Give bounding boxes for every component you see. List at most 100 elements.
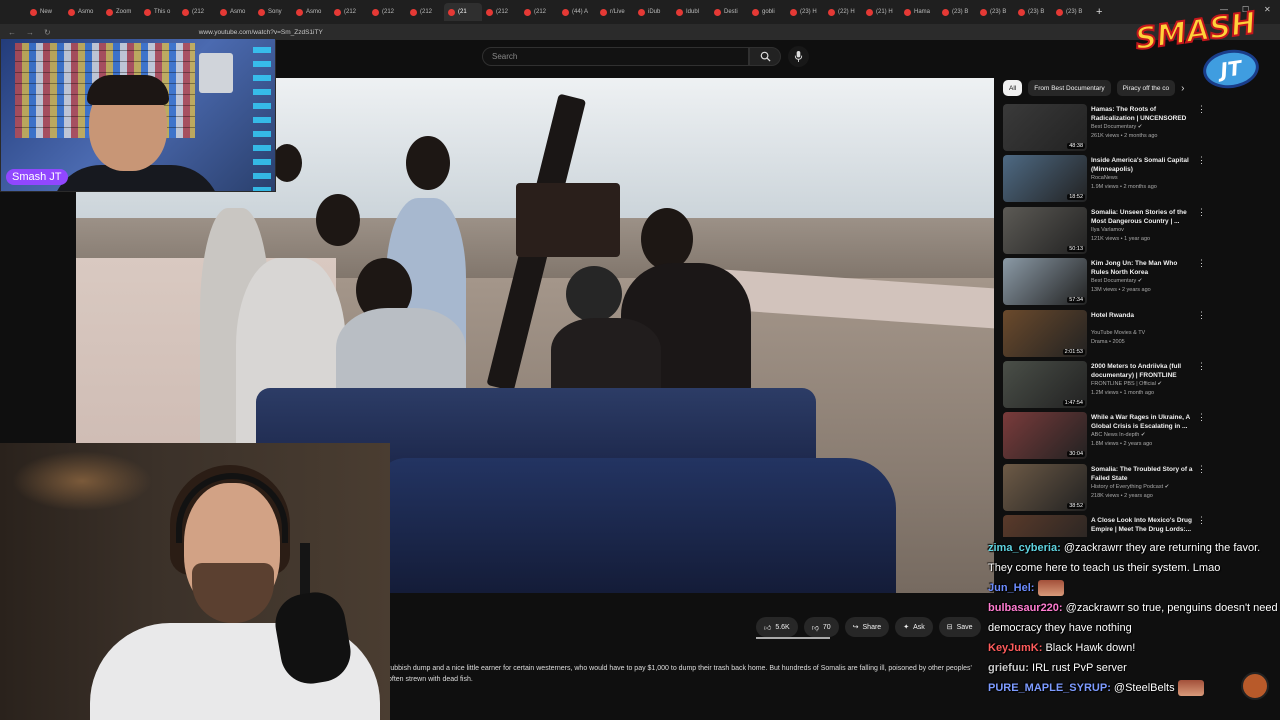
more-options-icon[interactable]: ⋮	[1197, 361, 1206, 372]
video-figure-head	[316, 194, 360, 246]
video-thumbnail[interactable]: 18:52	[1003, 155, 1087, 203]
ask-button[interactable]: ✦ Ask	[895, 617, 933, 637]
browser-tab[interactable]: (212	[330, 3, 368, 21]
channel-name[interactable]: FRONTLINE PBS | Official ✔	[1091, 381, 1162, 387]
video-thumbnail[interactable]: 38:52	[1003, 463, 1087, 511]
video-title[interactable]: Inside America's Somali Capital (Minneap…	[1091, 156, 1196, 174]
browser-tab[interactable]: (21) H	[862, 3, 900, 21]
video-title[interactable]: Kim Jong Un: The Man Who Rules North Kor…	[1091, 259, 1196, 277]
video-title[interactable]: Hamas: The Roots of Radicalization | UNC…	[1091, 105, 1196, 123]
browser-tab[interactable]: (21	[444, 3, 482, 21]
more-options-icon[interactable]: ⋮	[1197, 515, 1206, 526]
recommended-video[interactable]: 50:13 Somalia: Unseen Stories of the Most…	[1003, 206, 1208, 254]
close-window-icon[interactable]: ✕	[1264, 5, 1271, 14]
channel-name[interactable]: Ilya Varlamov	[1091, 227, 1124, 233]
more-options-icon[interactable]: ⋮	[1197, 207, 1206, 218]
video-title[interactable]: Hotel Rwanda	[1091, 311, 1196, 320]
browser-tab[interactable]: gobli	[748, 3, 786, 21]
video-thumbnail[interactable]: 1:47:54	[1003, 361, 1087, 408]
browser-tab[interactable]: (44) A	[558, 3, 596, 21]
share-button[interactable]: ↪ Share	[844, 617, 890, 637]
video-duration: 2:01:53	[1062, 348, 1085, 355]
tab-label: gobli	[762, 9, 775, 15]
recommended-video[interactable]: 1:47:54 2000 Meters to Andriivka (full do…	[1003, 361, 1208, 408]
channel-name[interactable]: History of Everything Podcast ✔	[1091, 484, 1169, 490]
back-icon[interactable]: ←	[8, 28, 16, 37]
filter-chip[interactable]: All	[1003, 80, 1023, 96]
channel-name[interactable]: Best Documentary ✔	[1091, 278, 1142, 284]
browser-tab[interactable]: (23) B	[1014, 3, 1052, 21]
save-button[interactable]: ⊟ Save	[938, 617, 981, 637]
url-field[interactable]: www.youtube.com/watch?v=Sm_ZzdS1iTY	[199, 29, 323, 36]
channel-name[interactable]: ABC News In-depth ✔	[1091, 432, 1145, 438]
tab-favicon-icon	[106, 8, 113, 16]
filter-chip[interactable]: From Best Documentary	[1028, 80, 1111, 96]
browser-tab[interactable]: Desti	[710, 3, 748, 21]
browser-tab[interactable]: r/Live	[596, 3, 634, 21]
video-thumbnail[interactable]: 50:13	[1003, 206, 1087, 254]
browser-tab[interactable]: Zoom	[102, 3, 140, 21]
video-thumbnail[interactable]: 2:01:53	[1003, 309, 1087, 357]
video-title[interactable]: Somalia: Unseen Stories of the Most Dang…	[1091, 208, 1196, 226]
recommended-video[interactable]: 48:38 Hamas: The Roots of Radicalization …	[1003, 104, 1208, 151]
video-description[interactable]: rubbish dump and a nice little earner fo…	[388, 663, 988, 685]
recommended-video[interactable]: 18:52 Inside America's Somali Capital (Mi…	[1003, 155, 1208, 203]
forward-icon[interactable]: →	[26, 28, 34, 37]
browser-tab[interactable]: (22) H	[824, 3, 862, 21]
channel-name[interactable]: RocaNews	[1091, 175, 1118, 181]
like-button[interactable]: 👍︎ 5.6K	[756, 617, 798, 637]
more-options-icon[interactable]: ⋮	[1197, 104, 1206, 115]
more-options-icon[interactable]: ⋮	[1197, 464, 1206, 475]
video-title[interactable]: Somalia: The Troubled Story of a Failed …	[1091, 465, 1196, 483]
browser-tab[interactable]: (212	[482, 3, 520, 21]
browser-tab[interactable]: Idubl	[672, 3, 710, 21]
dislike-button[interactable]: 👎︎ 70	[803, 617, 839, 637]
browser-tab[interactable]: (23) H	[786, 3, 824, 21]
video-meta: Drama • 2005	[1091, 338, 1125, 345]
voice-search-button[interactable]	[788, 46, 809, 67]
video-title[interactable]: 2000 Meters to Andriivka (full documenta…	[1091, 362, 1196, 380]
recommended-video[interactable]: 30:04 While a War Rages in Ukraine, A Glo…	[1003, 412, 1208, 460]
browser-tab[interactable]: (23) B	[938, 3, 976, 21]
more-options-icon[interactable]: ⋮	[1197, 412, 1206, 423]
browser-tab[interactable]: Hama	[900, 3, 938, 21]
browser-tab[interactable]: (23) B	[1052, 3, 1090, 21]
video-thumbnail[interactable]: 30:04	[1003, 412, 1087, 460]
new-tab-button[interactable]: +	[1096, 6, 1102, 18]
channel-name[interactable]: YouTube Movies & TV	[1091, 330, 1145, 336]
browser-tab[interactable]: Asmo	[292, 3, 330, 21]
chat-username[interactable]: KeyJumK:	[988, 642, 1042, 654]
browser-tab[interactable]: (23) B	[976, 3, 1014, 21]
search-input[interactable]: Search	[482, 47, 749, 66]
video-thumbnail[interactable]: 57:34	[1003, 258, 1087, 306]
recommended-video[interactable]: A Close Look Into Mexico's Drug Empire |…	[1003, 515, 1208, 538]
video-thumbnail[interactable]: 48:38	[1003, 104, 1087, 151]
browser-tab[interactable]: New	[26, 3, 64, 21]
channel-name[interactable]: Best Documentary ✔	[1091, 124, 1142, 130]
browser-tab[interactable]: iDub	[634, 3, 672, 21]
browser-tab[interactable]: Sony	[254, 3, 292, 21]
browser-tab[interactable]: (212	[520, 3, 558, 21]
chat-username[interactable]: griefuu:	[988, 662, 1029, 674]
video-title[interactable]: While a War Rages in Ukraine, A Global C…	[1091, 413, 1196, 431]
more-options-icon[interactable]: ⋮	[1197, 155, 1206, 166]
recommended-video[interactable]: 2:01:53 Hotel Rwanda YouTube Movies & TV Dr…	[1003, 309, 1208, 357]
more-options-icon[interactable]: ⋮	[1197, 310, 1206, 321]
chat-username[interactable]: zima_cyberia:	[988, 542, 1061, 554]
reload-icon[interactable]: ↻	[44, 28, 51, 37]
browser-tab[interactable]: Asmo	[216, 3, 254, 21]
video-title[interactable]: A Close Look Into Mexico's Drug Empire |…	[1091, 516, 1196, 534]
recommended-video[interactable]: 57:34 Kim Jong Un: The Man Who Rules Nort…	[1003, 258, 1208, 306]
search-button[interactable]	[749, 47, 781, 66]
browser-tab[interactable]: (212	[406, 3, 444, 21]
recommended-video[interactable]: 38:52 Somalia: The Troubled Story of a Fa…	[1003, 463, 1208, 511]
chat-username[interactable]: bulbasaur220:	[988, 602, 1063, 614]
chat-username[interactable]: Jun_Hel:	[988, 582, 1034, 594]
browser-tab[interactable]: (212	[178, 3, 216, 21]
more-options-icon[interactable]: ⋮	[1197, 258, 1206, 269]
video-thumbnail[interactable]	[1003, 515, 1087, 538]
browser-tab[interactable]: (212	[368, 3, 406, 21]
browser-tab[interactable]: This o	[140, 3, 178, 21]
browser-tab[interactable]: Asmo	[64, 3, 102, 21]
chat-username[interactable]: PURE_MAPLE_SYRUP:	[988, 682, 1111, 694]
